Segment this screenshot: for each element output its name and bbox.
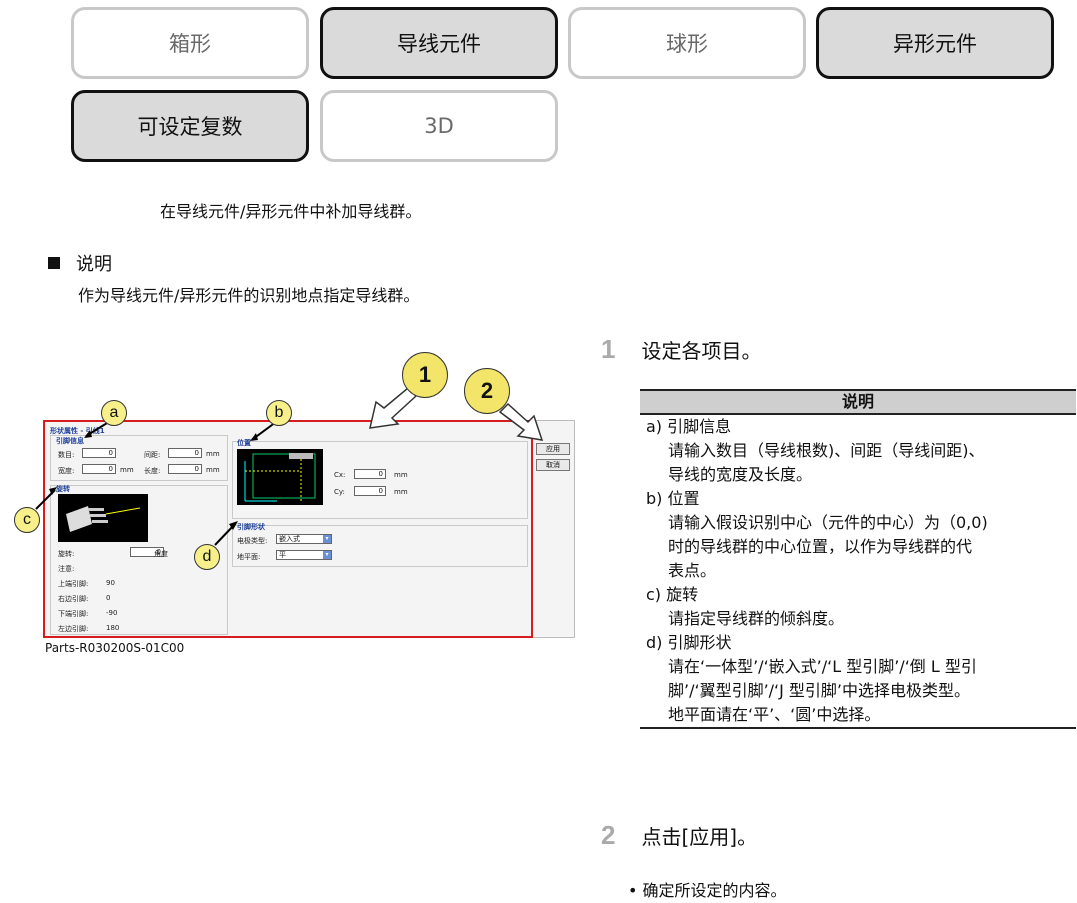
callout-2: 2 (464, 368, 510, 414)
item-line: 地平面请在‘平’、‘圆’中选择。 (668, 705, 881, 724)
item-line: 请在‘一体型’/‘嵌入式’/‘L 型引脚’/‘倒 L 型引 (668, 657, 977, 676)
step-2: 2 点击[应用]。 (601, 820, 757, 851)
big-arrow-2 (498, 402, 544, 441)
item-heading: d) 引脚形状 (646, 633, 732, 652)
bullet-note: • 确定所设定的内容。 (628, 881, 787, 900)
callout-b: b (266, 400, 292, 426)
item-line: 请输入数目（导线根数)、间距（导线间距)、 (668, 441, 985, 460)
item-line: 表点。 (668, 561, 717, 580)
callout-a: a (101, 400, 127, 426)
step-number: 2 (601, 820, 616, 850)
callout-1: 1 (402, 352, 448, 398)
step-text: 点击[应用]。 (641, 825, 758, 849)
figure-caption: Parts-R030200S-01C00 (45, 641, 185, 655)
item-line: 导线的宽度及长度。 (668, 465, 813, 484)
step-1: 1 设定各项目。 (601, 334, 761, 365)
description-table: 说明 a) 引脚信息 请输入数目（导线根数)、间距（导线间距)、 导线的宽度及长… (640, 389, 1076, 729)
table-item-c: c) 旋转 请指定导线群的倾斜度。 (640, 583, 1076, 631)
table-item-b: b) 位置 请输入假设识别中心（元件的中心）为（0,0) 时的导线群的中心位置，… (640, 487, 1076, 583)
step-number: 1 (601, 334, 616, 364)
item-line: 脚’/‘翼型引脚’/‘J 型引脚’中选择电极类型。 (668, 681, 971, 700)
item-line: 请输入假设识别中心（元件的中心）为（0,0) (668, 513, 988, 532)
item-line: 时的导线群的中心位置，以作为导线群的代 (668, 537, 973, 556)
table-item-a: a) 引脚信息 请输入数目（导线根数)、间距（导线间距)、 导线的宽度及长度。 (640, 415, 1076, 487)
item-heading: b) 位置 (646, 489, 700, 508)
callout-c: c (14, 507, 40, 533)
big-arrow-1 (369, 386, 418, 429)
table-header: 说明 (640, 389, 1076, 415)
step-text: 设定各项目。 (641, 339, 762, 363)
item-heading: a) 引脚信息 (646, 417, 732, 436)
item-line: 请指定导线群的倾斜度。 (668, 609, 845, 628)
item-heading: c) 旋转 (646, 585, 699, 604)
callout-d: d (194, 544, 220, 570)
table-item-d: d) 引脚形状 请在‘一体型’/‘嵌入式’/‘L 型引脚’/‘倒 L 型引 脚’… (640, 631, 1076, 727)
